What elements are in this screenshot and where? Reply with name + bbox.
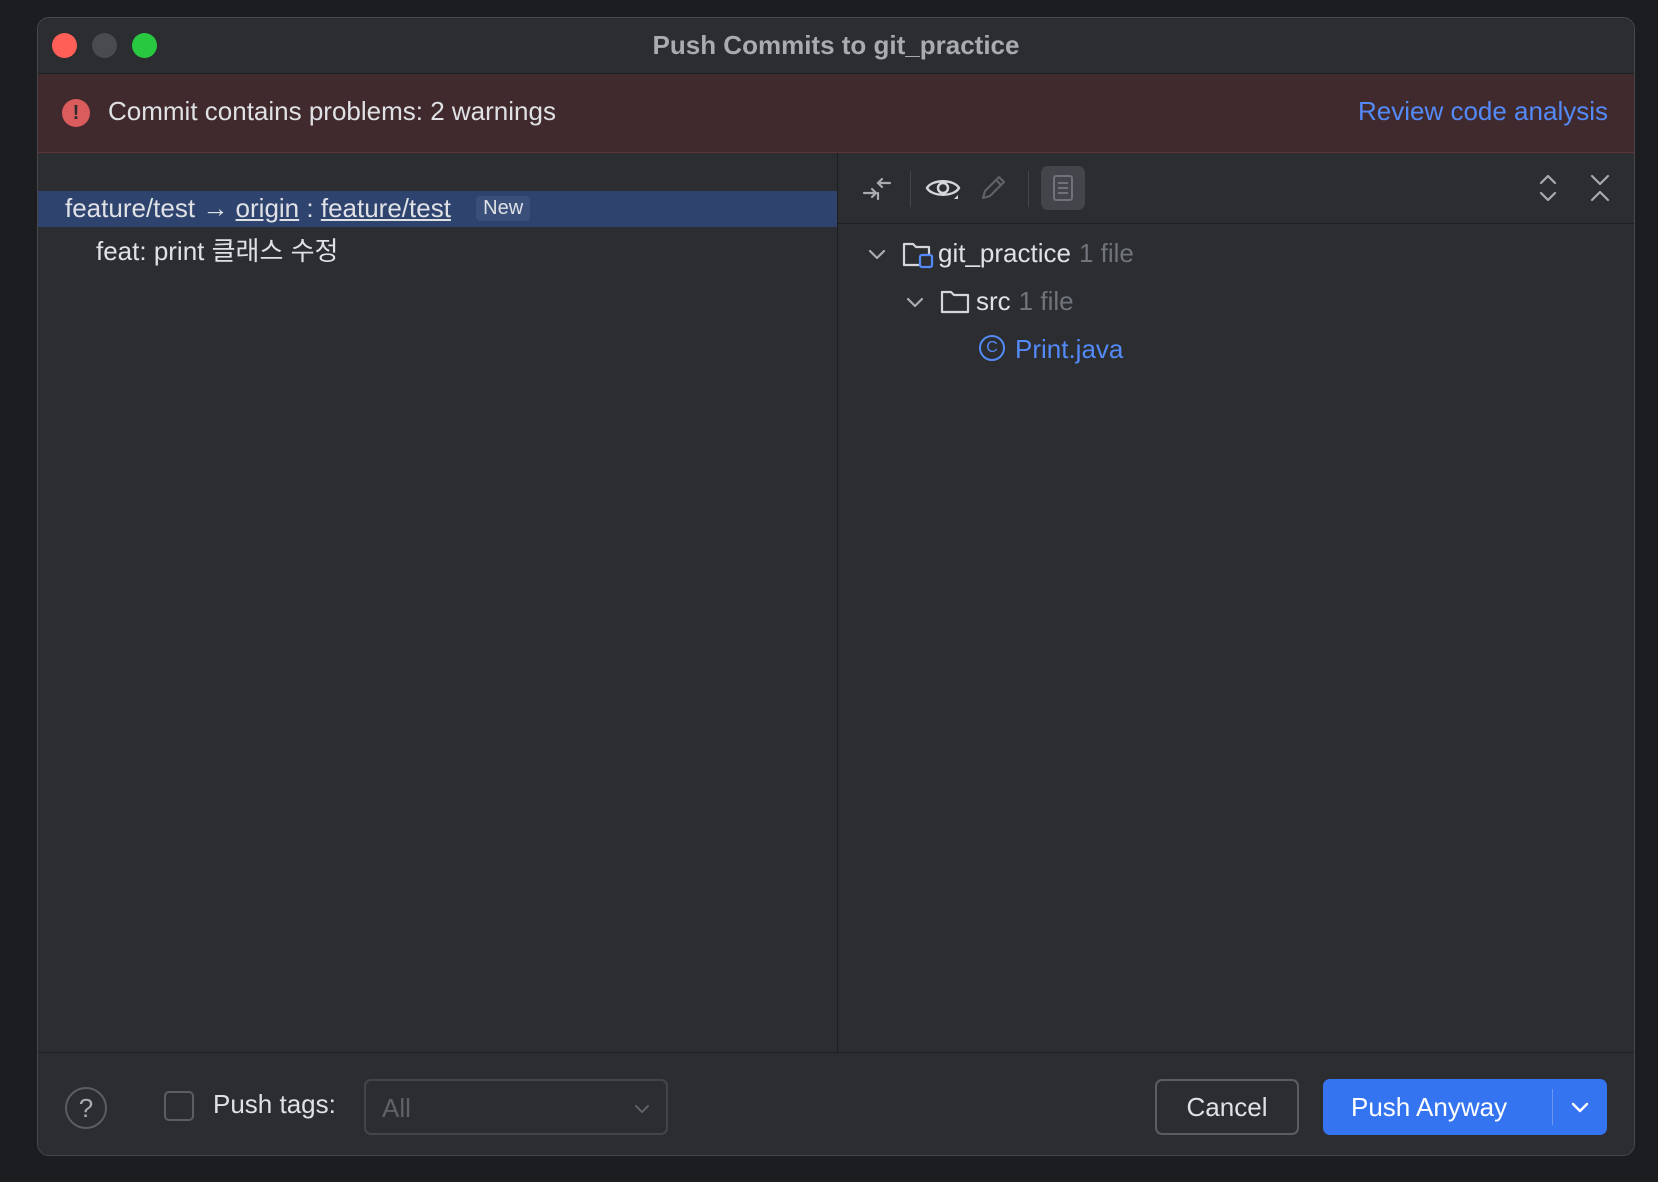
local-branch: feature/test xyxy=(65,193,196,223)
problems-message: Commit contains problems: 2 warnings xyxy=(108,96,556,126)
title-bar: Push Commits to git_practice xyxy=(38,18,1634,74)
java-class-icon: C xyxy=(979,335,1005,361)
push-anyway-button[interactable]: Push Anyway xyxy=(1323,1079,1607,1135)
problems-banner: ! Commit contains problems: 2 warnings R… xyxy=(38,74,1634,153)
folder-icon xyxy=(940,290,970,314)
push-tags-select[interactable]: All xyxy=(364,1079,668,1135)
push-tags-value: All xyxy=(382,1093,411,1123)
button-separator xyxy=(1552,1089,1553,1125)
remote-link[interactable]: origin xyxy=(236,193,300,223)
collapse-all-icon[interactable] xyxy=(1581,169,1619,207)
chevron-down-icon[interactable] xyxy=(866,244,888,266)
changes-toolbar xyxy=(838,153,1634,224)
error-icon: ! xyxy=(62,99,90,127)
toolbar-separator xyxy=(1028,171,1029,207)
branch-push-spec: feature/test → origin : feature/test New xyxy=(65,193,531,224)
branch-push-row[interactable]: feature/test → origin : feature/test New xyxy=(38,191,837,227)
compare-icon[interactable] xyxy=(858,169,896,207)
chevron-down-icon[interactable] xyxy=(1563,1097,1597,1119)
folder-name: src xyxy=(976,286,1011,316)
help-button[interactable]: ? xyxy=(65,1087,107,1129)
push-commits-dialog: Push Commits to git_practice ! Commit co… xyxy=(37,17,1635,1156)
chevron-down-icon[interactable] xyxy=(904,292,926,314)
root-file-count: 1 file xyxy=(1078,238,1134,268)
arrow: → xyxy=(202,193,229,223)
file-name: Print.java xyxy=(1015,334,1124,364)
chevron-down-icon xyxy=(635,1105,649,1113)
push-tags-checkbox[interactable] xyxy=(164,1091,194,1121)
folder-file-count: 1 file xyxy=(1018,286,1074,316)
cancel-button[interactable]: Cancel xyxy=(1155,1079,1299,1135)
push-tags-label: Push tags: xyxy=(213,1089,336,1119)
new-badge: New xyxy=(476,196,531,221)
target-branch-link[interactable]: feature/test xyxy=(321,193,451,223)
separator: : xyxy=(306,193,314,223)
project-folder-icon xyxy=(902,242,934,269)
root-name: git_practice xyxy=(938,238,1071,268)
commit-item[interactable]: feat: print 클래스 수정 xyxy=(96,231,338,268)
changes-pane: git_practice 1 file src 1 file C Print.jav… xyxy=(838,153,1634,1052)
edit-icon[interactable] xyxy=(974,169,1012,207)
window-title: Push Commits to git_practice xyxy=(652,30,1020,60)
commit-details-icon[interactable] xyxy=(1041,166,1085,210)
toolbar-separator xyxy=(910,171,911,207)
expand-all-icon[interactable] xyxy=(1529,169,1567,207)
commits-pane: feature/test → origin : feature/test New… xyxy=(38,153,838,1052)
push-anyway-label: Push Anyway xyxy=(1351,1092,1508,1122)
eye-icon[interactable] xyxy=(924,169,962,207)
dialog-footer: ? Push tags: All Cancel Push Anyway xyxy=(38,1052,1634,1155)
review-code-analysis-link[interactable]: Review code analysis xyxy=(1358,96,1608,127)
